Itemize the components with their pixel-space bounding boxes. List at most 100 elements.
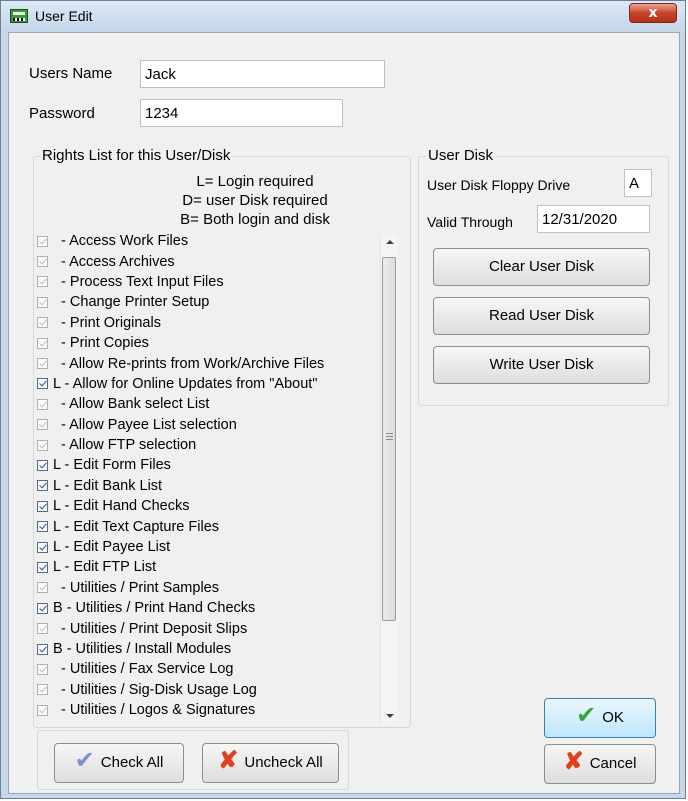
uncheck-all-button[interactable]: ✘ Uncheck All <box>202 743 339 783</box>
rights-list-item[interactable]: - Allow Re-prints from Work/Archive File… <box>37 353 401 373</box>
user-edit-window: User Edit x Users Name Jack Password 123… <box>0 0 686 799</box>
users-name-label: Users Name <box>29 65 113 82</box>
checkbox-icon[interactable] <box>37 358 48 370</box>
read-user-disk-button[interactable]: Read User Disk <box>433 297 650 335</box>
scroll-down-arrow-icon[interactable] <box>386 714 394 718</box>
rights-legend-both: B= Both login and disk <box>180 211 330 228</box>
green-check-icon: ✔ <box>576 702 597 730</box>
close-icon: x <box>648 5 658 21</box>
rights-list-item[interactable]: - Change Printer Setup <box>37 292 401 312</box>
close-button[interactable]: x <box>629 3 677 23</box>
rights-list-item[interactable]: L - Edit Payee List <box>37 537 401 557</box>
users-name-field[interactable]: Jack <box>140 60 385 88</box>
rights-list-item[interactable]: B - Utilities / Install Modules <box>37 639 401 659</box>
checkbox-icon[interactable] <box>37 439 48 451</box>
rights-list-item[interactable]: B - Utilities / Print Hand Checks <box>37 598 401 618</box>
cancel-button[interactable]: ✘ Cancel <box>544 744 656 784</box>
window-title: User Edit <box>35 8 93 24</box>
rights-item-label: - Allow Payee List selection <box>53 416 237 433</box>
rights-item-label: B - Utilities / Print Hand Checks <box>53 600 256 617</box>
rights-list-item[interactable]: - Allow Payee List selection <box>37 415 401 435</box>
rights-list-item[interactable]: L - Edit Bank List <box>37 476 401 496</box>
checkbox-icon[interactable] <box>37 663 48 675</box>
checked-checkbox-icon[interactable] <box>37 480 48 492</box>
checked-checkbox-icon[interactable] <box>37 378 48 390</box>
rights-item-label: - Allow FTP selection <box>53 437 197 454</box>
rights-group-title: Rights List for this User/Disk <box>40 147 233 164</box>
rights-list-item[interactable]: - Print Originals <box>37 313 401 333</box>
floppy-drive-field[interactable]: A <box>624 169 652 197</box>
rights-list-item[interactable]: - Access Work Files <box>37 231 401 251</box>
title-bar[interactable]: User Edit x <box>1 1 685 31</box>
checkbox-icon[interactable] <box>37 684 48 696</box>
rights-item-label: L - Edit Payee List <box>53 539 171 556</box>
rights-item-label: - Print Originals <box>53 314 161 331</box>
rights-list-item[interactable]: - Utilities / Print Deposit Slips <box>37 618 401 638</box>
checkbox-icon[interactable] <box>37 398 48 410</box>
checkbox-icon[interactable] <box>37 419 48 431</box>
rights-item-label: B - Utilities / Install Modules <box>53 641 232 657</box>
checked-checkbox-icon[interactable] <box>37 521 48 533</box>
rights-list-item[interactable]: L - Edit FTP List <box>37 557 401 577</box>
checked-checkbox-icon[interactable] <box>37 459 48 471</box>
ok-button[interactable]: ✔ OK <box>544 698 656 738</box>
rights-list-item[interactable]: - Utilities / Print Samples <box>37 578 401 598</box>
rights-list-item[interactable]: - Utilities / Logos & Signatures <box>37 700 401 720</box>
rights-item-label: - Access Archives <box>53 253 175 270</box>
checked-checkbox-icon[interactable] <box>37 541 48 553</box>
rights-item-label: L - Edit Text Capture Files <box>53 518 220 535</box>
checked-checkbox-icon[interactable] <box>37 500 48 512</box>
scroll-up-arrow-icon[interactable] <box>386 240 394 244</box>
rights-list-item[interactable]: L - Edit Hand Checks <box>37 496 401 516</box>
app-icon <box>10 9 28 23</box>
rights-list-item[interactable]: L - Edit Text Capture Files <box>37 516 401 536</box>
rights-list: - Access Work Files - Access Archives - … <box>37 231 401 725</box>
checkbox-icon[interactable] <box>37 235 48 247</box>
rights-item-label: L - Allow for Online Updates from "About… <box>53 375 318 392</box>
floppy-drive-label: User Disk Floppy Drive <box>427 177 571 193</box>
valid-through-field[interactable]: 12/31/2020 <box>537 205 650 233</box>
rights-list-item[interactable]: L - Allow for Online Updates from "About… <box>37 374 401 394</box>
rights-list-item[interactable]: - Utilities / Fax Service Log <box>37 659 401 679</box>
write-user-disk-button[interactable]: Write User Disk <box>433 346 650 384</box>
rights-item-label: - Utilities / Print Deposit Slips <box>53 620 248 637</box>
rights-list-item[interactable]: - Process Text Input Files <box>37 272 401 292</box>
checkbox-icon[interactable] <box>37 317 48 329</box>
checkbox-icon[interactable] <box>37 256 48 268</box>
rights-item-label: L - Edit Form Files <box>53 457 171 474</box>
rights-legend-disk: D= user Disk required <box>182 192 328 209</box>
rights-item-label: - Utilities / Sig-Disk Usage Log <box>53 681 257 698</box>
blue-check-icon: ✔ <box>74 747 95 775</box>
rights-list-item[interactable]: - Utilities / Sig-Disk Usage Log <box>37 680 401 700</box>
rights-item-label: - Change Printer Setup <box>53 294 210 311</box>
grip-icon <box>386 433 393 440</box>
clear-user-disk-button[interactable]: Clear User Disk <box>433 248 650 286</box>
rights-list-item[interactable]: - Allow FTP selection <box>37 435 401 455</box>
rights-item-label: - Allow Re-prints from Work/Archive File… <box>53 355 325 372</box>
rights-item-label: L - Edit Hand Checks <box>53 498 190 515</box>
checkbox-icon[interactable] <box>37 296 48 308</box>
user-disk-group-title: User Disk <box>426 147 496 164</box>
rights-item-label: - Utilities / Fax Service Log <box>53 661 234 678</box>
checkbox-icon[interactable] <box>37 337 48 349</box>
password-field[interactable]: 1234 <box>140 99 343 127</box>
checkbox-icon[interactable] <box>37 623 48 635</box>
checkbox-icon[interactable] <box>37 582 48 594</box>
checked-checkbox-icon[interactable] <box>37 643 48 655</box>
checked-checkbox-icon[interactable] <box>37 602 48 614</box>
checkbox-icon[interactable] <box>37 704 48 716</box>
rights-list-item[interactable]: - Print Copies <box>37 333 401 353</box>
rights-list-item[interactable]: - Access Archives <box>37 251 401 271</box>
rights-item-label: - Print Copies <box>53 335 149 352</box>
rights-item-label: L - Edit Bank List <box>53 477 163 494</box>
rights-item-label: - Utilities / Logos & Signatures <box>53 702 256 719</box>
check-all-button[interactable]: ✔ Check All <box>54 743 184 783</box>
red-x-icon: ✘ <box>563 748 584 776</box>
password-label: Password <box>29 105 95 122</box>
rights-list-item[interactable]: L - Edit Form Files <box>37 455 401 475</box>
checkbox-icon[interactable] <box>37 276 48 288</box>
scroll-thumb[interactable] <box>382 257 396 621</box>
rights-list-item[interactable]: - Allow Bank select List <box>37 394 401 414</box>
checked-checkbox-icon[interactable] <box>37 561 48 573</box>
rights-scrollbar[interactable] <box>380 235 398 723</box>
